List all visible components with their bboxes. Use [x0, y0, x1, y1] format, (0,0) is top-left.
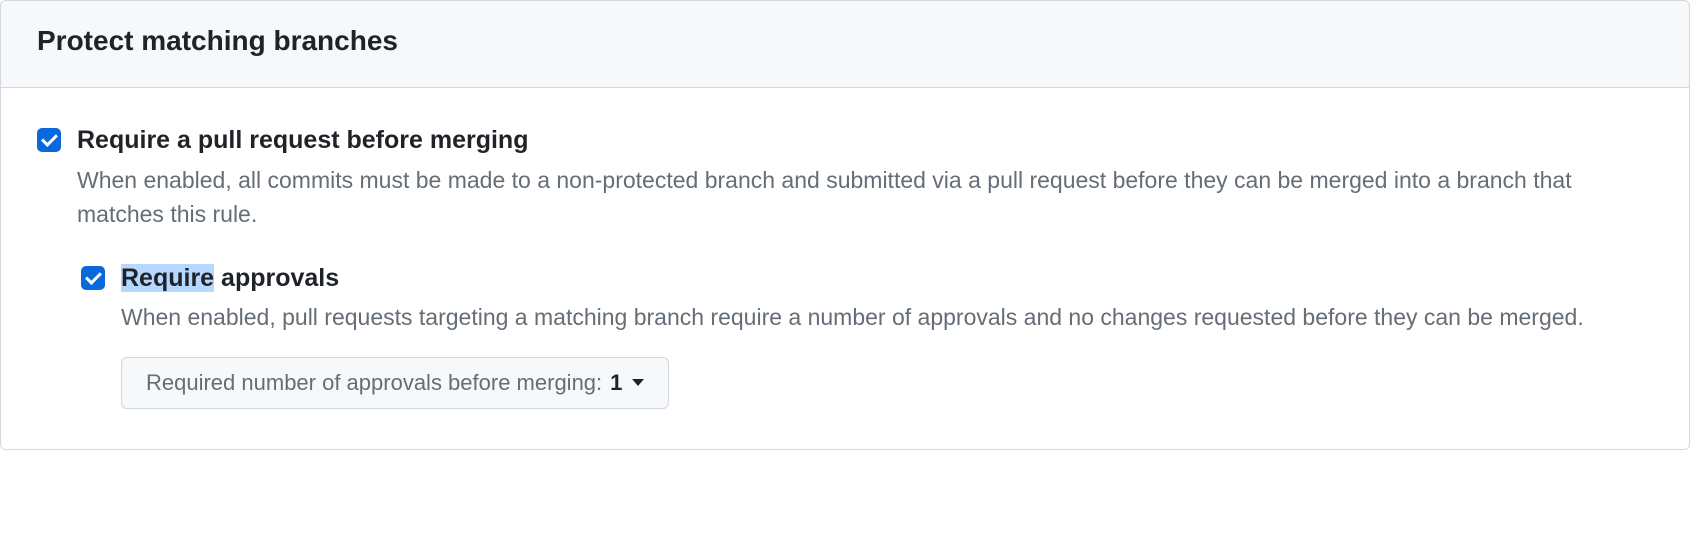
require-pr-title: Require a pull request before merging [77, 124, 1653, 157]
panel-body: Require a pull request before merging Wh… [1, 88, 1689, 449]
require-pr-checkbox[interactable] [37, 128, 61, 152]
setting-require-pr: Require a pull request before merging Wh… [37, 124, 1653, 232]
setting-content: Require approvals When enabled, pull req… [121, 262, 1653, 410]
require-pr-desc: When enabled, all commits must be made t… [77, 163, 1637, 232]
title-rest: approvals [214, 264, 339, 292]
dropdown-value: 1 [610, 368, 622, 399]
require-approvals-checkbox[interactable] [81, 266, 105, 290]
panel-header: Protect matching branches [1, 1, 1689, 88]
panel-title: Protect matching branches [37, 25, 1653, 57]
require-approvals-desc: When enabled, pull requests targeting a … [121, 300, 1653, 335]
setting-content: Require a pull request before merging Wh… [77, 124, 1653, 232]
approvals-count-dropdown[interactable]: Required number of approvals before merg… [121, 357, 669, 410]
require-approvals-title: Require approvals [121, 262, 1653, 295]
setting-require-approvals: Require approvals When enabled, pull req… [81, 262, 1653, 410]
highlighted-text: Require [121, 264, 214, 292]
dropdown-label: Required number of approvals before merg… [146, 368, 602, 399]
caret-down-icon [632, 379, 644, 386]
branch-protection-panel: Protect matching branches Require a pull… [0, 0, 1690, 450]
